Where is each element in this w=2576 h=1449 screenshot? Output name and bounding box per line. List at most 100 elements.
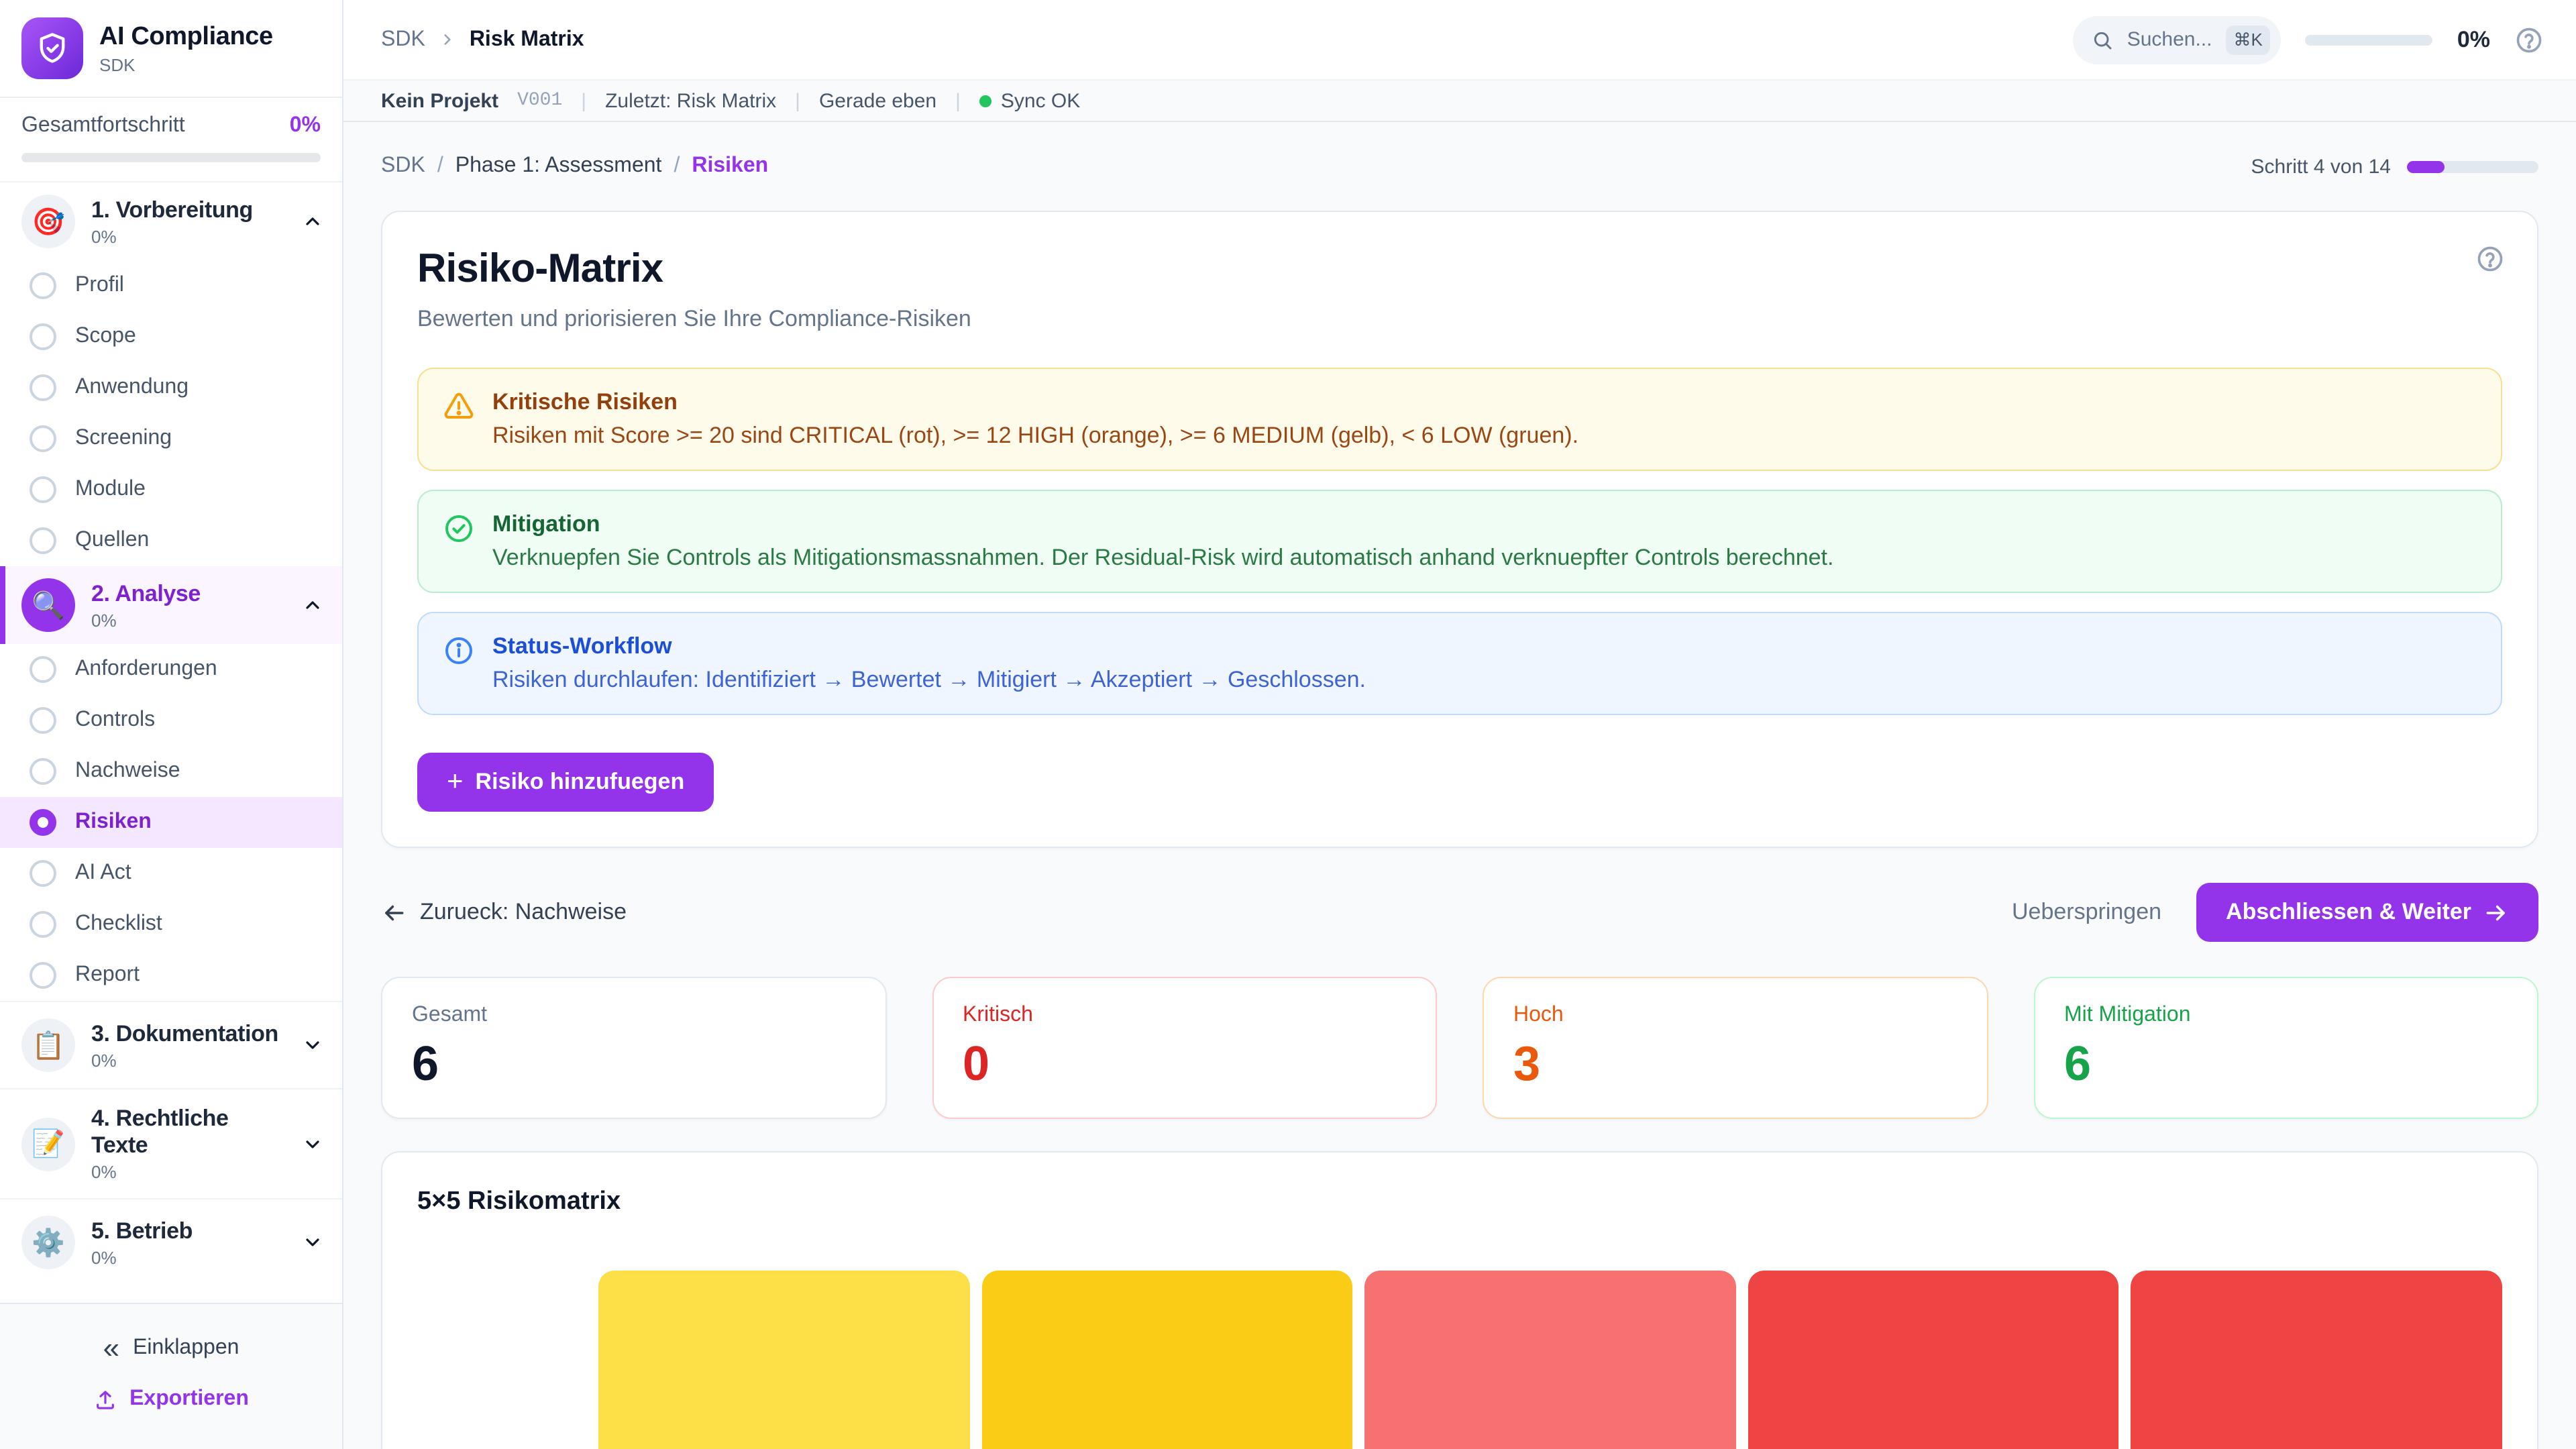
double-chevron-left-icon: « xyxy=(103,1339,120,1358)
chevron-up-icon xyxy=(302,594,323,616)
page-breadcrumb-phase[interactable]: Phase 1: Assessment xyxy=(455,154,662,178)
sidebar-item-report[interactable]: Report xyxy=(0,950,342,1001)
matrix-cell[interactable] xyxy=(1748,1271,2119,1449)
info-circle-icon xyxy=(443,635,475,694)
radio-icon xyxy=(30,374,56,401)
clipboard-icon: 📋 xyxy=(21,1018,75,1072)
sidebar-item-controls[interactable]: Controls xyxy=(0,695,342,746)
wizard-nav-row: Zurueck: Nachweise Ueberspringen Abschli… xyxy=(381,883,2538,942)
radio-icon xyxy=(30,707,56,734)
magnifier-icon: 🔍 xyxy=(21,578,75,632)
sidebar-item-checklist[interactable]: Checklist xyxy=(0,899,342,950)
radio-icon xyxy=(30,962,56,989)
shield-check-icon xyxy=(21,17,83,79)
sidebar-section-vorbereitung[interactable]: 🎯 1. Vorbereitung 0% xyxy=(0,182,342,260)
sidebar-item-scope[interactable]: Scope xyxy=(0,311,342,362)
callout-status-workflow: Status-Workflow Risiken durchlaufen: Ide… xyxy=(417,612,2502,715)
back-button[interactable]: Zurueck: Nachweise xyxy=(381,899,627,926)
topbar-progress-bar xyxy=(2306,34,2433,45)
radio-icon xyxy=(30,656,56,683)
callout-critical-risks: Kritische Risiken Risiken mit Score >= 2… xyxy=(417,368,2502,471)
last-step-label: Zuletzt: Risk Matrix xyxy=(605,89,776,112)
sidebar-item-anwendung[interactable]: Anwendung xyxy=(0,362,342,413)
matrix-cell[interactable] xyxy=(598,1271,969,1449)
sidebar-item-anforderungen[interactable]: Anforderungen xyxy=(0,644,342,695)
chevron-down-icon xyxy=(302,1133,323,1155)
matrix-title: 5×5 Risikomatrix xyxy=(417,1187,2502,1217)
sidebar-footer: « Einklappen Exportieren xyxy=(0,1303,342,1449)
sync-status: Sync OK xyxy=(979,89,1080,112)
radio-icon xyxy=(30,758,56,785)
finish-next-button[interactable]: Abschliessen & Weiter xyxy=(2196,883,2538,942)
app-title: AI Compliance xyxy=(99,22,273,52)
search-placeholder: Suchen... xyxy=(2127,28,2212,51)
matrix-row xyxy=(598,1271,2502,1449)
sidebar-item-quellen[interactable]: Quellen xyxy=(0,515,342,566)
radio-checked-icon xyxy=(30,809,56,836)
sidebar-nav: 🎯 1. Vorbereitung 0% Profil Scope Anwen xyxy=(0,182,342,1303)
page-subtitle: Bewerten und priorisieren Sie Ihre Compl… xyxy=(417,306,2502,333)
page-breadcrumb-root[interactable]: SDK xyxy=(381,154,425,178)
memo-pencil-icon: 📝 xyxy=(21,1117,75,1171)
search-icon xyxy=(2092,29,2114,50)
sidebar: AI Compliance SDK Gesamtfortschritt 0% 🎯… xyxy=(0,0,343,1449)
topbar: SDK Risk Matrix Suchen... ⌘K 0% xyxy=(343,0,2576,79)
plus-icon: + xyxy=(447,771,464,793)
app-subtitle: SDK xyxy=(99,54,273,74)
radio-icon xyxy=(30,860,56,887)
card-help-icon[interactable] xyxy=(2475,244,2505,274)
sidebar-item-module[interactable]: Module xyxy=(0,464,342,515)
sync-ok-dot xyxy=(979,95,991,107)
sidebar-item-risiken[interactable]: Risiken xyxy=(0,797,342,848)
overall-progress: Gesamtfortschritt 0% xyxy=(0,98,342,182)
sidebar-item-profil[interactable]: Profil xyxy=(0,260,342,311)
sidebar-item-screening[interactable]: Screening xyxy=(0,413,342,464)
page-breadcrumb: SDK / Phase 1: Assessment / Risiken xyxy=(381,154,768,178)
export-button[interactable]: Exportieren xyxy=(0,1374,342,1425)
radio-icon xyxy=(30,425,56,452)
version-badge: V001 xyxy=(517,90,562,111)
chevron-down-icon xyxy=(302,1034,323,1056)
arrow-right-icon xyxy=(2483,900,2509,925)
chevron-right-icon xyxy=(439,31,456,48)
breadcrumb-root[interactable]: SDK xyxy=(381,28,425,52)
add-risk-button[interactable]: + Risiko hinzufuegen xyxy=(417,753,714,812)
topbar-progress-value: 0% xyxy=(2457,26,2490,53)
main-area: SDK Risk Matrix Suchen... ⌘K 0% xyxy=(343,0,2576,1449)
radio-icon xyxy=(30,323,56,350)
breadcrumb: SDK Risk Matrix xyxy=(381,28,584,52)
overall-progress-label: Gesamtfortschritt xyxy=(21,114,185,138)
sidebar-item-nachweise[interactable]: Nachweise xyxy=(0,746,342,797)
sidebar-section-rechtliche-texte[interactable]: 📝 4. Rechtliche Texte 0% xyxy=(0,1088,342,1198)
warning-triangle-icon xyxy=(443,390,475,449)
sidebar-section-betrieb[interactable]: ⚙️ 5. Betrieb 0% xyxy=(0,1198,342,1285)
app-window: AI Compliance SDK Gesamtfortschritt 0% 🎯… xyxy=(0,0,2576,1449)
matrix-cell[interactable] xyxy=(981,1271,1352,1449)
sidebar-section-dokumentation[interactable]: 📋 3. Dokumentation 0% xyxy=(0,1001,342,1088)
stat-card-mit-mitigation: Mit Mitigation 6 xyxy=(2033,977,2538,1119)
check-circle-icon xyxy=(443,513,475,572)
sidebar-item-ai-act[interactable]: AI Act xyxy=(0,848,342,899)
chevron-up-icon xyxy=(302,211,323,232)
matrix-cell[interactable] xyxy=(2131,1271,2502,1449)
callout-mitigation: Mitigation Verknuepfen Sie Controls als … xyxy=(417,490,2502,593)
chevron-down-icon xyxy=(302,1232,323,1253)
status-bar: Kein Projekt V001 | Zuletzt: Risk Matrix… xyxy=(343,79,2576,122)
stat-card-gesamt: Gesamt 6 xyxy=(381,977,886,1119)
risk-matrix-grid-card: 5×5 Risikomatrix xyxy=(381,1151,2538,1449)
project-label: Kein Projekt xyxy=(381,89,498,112)
last-saved-time: Gerade eben xyxy=(819,89,936,112)
collapse-sidebar-button[interactable]: « Einklappen xyxy=(0,1323,342,1374)
radio-icon xyxy=(30,911,56,938)
skip-button[interactable]: Ueberspringen xyxy=(2012,899,2161,926)
arrow-left-icon xyxy=(381,900,407,925)
radio-icon xyxy=(30,527,56,554)
matrix-cell[interactable] xyxy=(1364,1271,1735,1449)
help-icon[interactable] xyxy=(2514,25,2544,54)
sidebar-section-analyse[interactable]: 🔍 2. Analyse 0% xyxy=(0,566,342,644)
target-icon: 🎯 xyxy=(21,195,75,248)
step-label: Schritt 4 von 14 xyxy=(2251,155,2391,178)
search-input[interactable]: Suchen... ⌘K xyxy=(2074,15,2282,64)
stats-row: Gesamt 6 Kritisch 0 Hoch 3 Mit Mitigatio… xyxy=(381,977,2538,1119)
step-progress-bar xyxy=(2407,160,2538,172)
